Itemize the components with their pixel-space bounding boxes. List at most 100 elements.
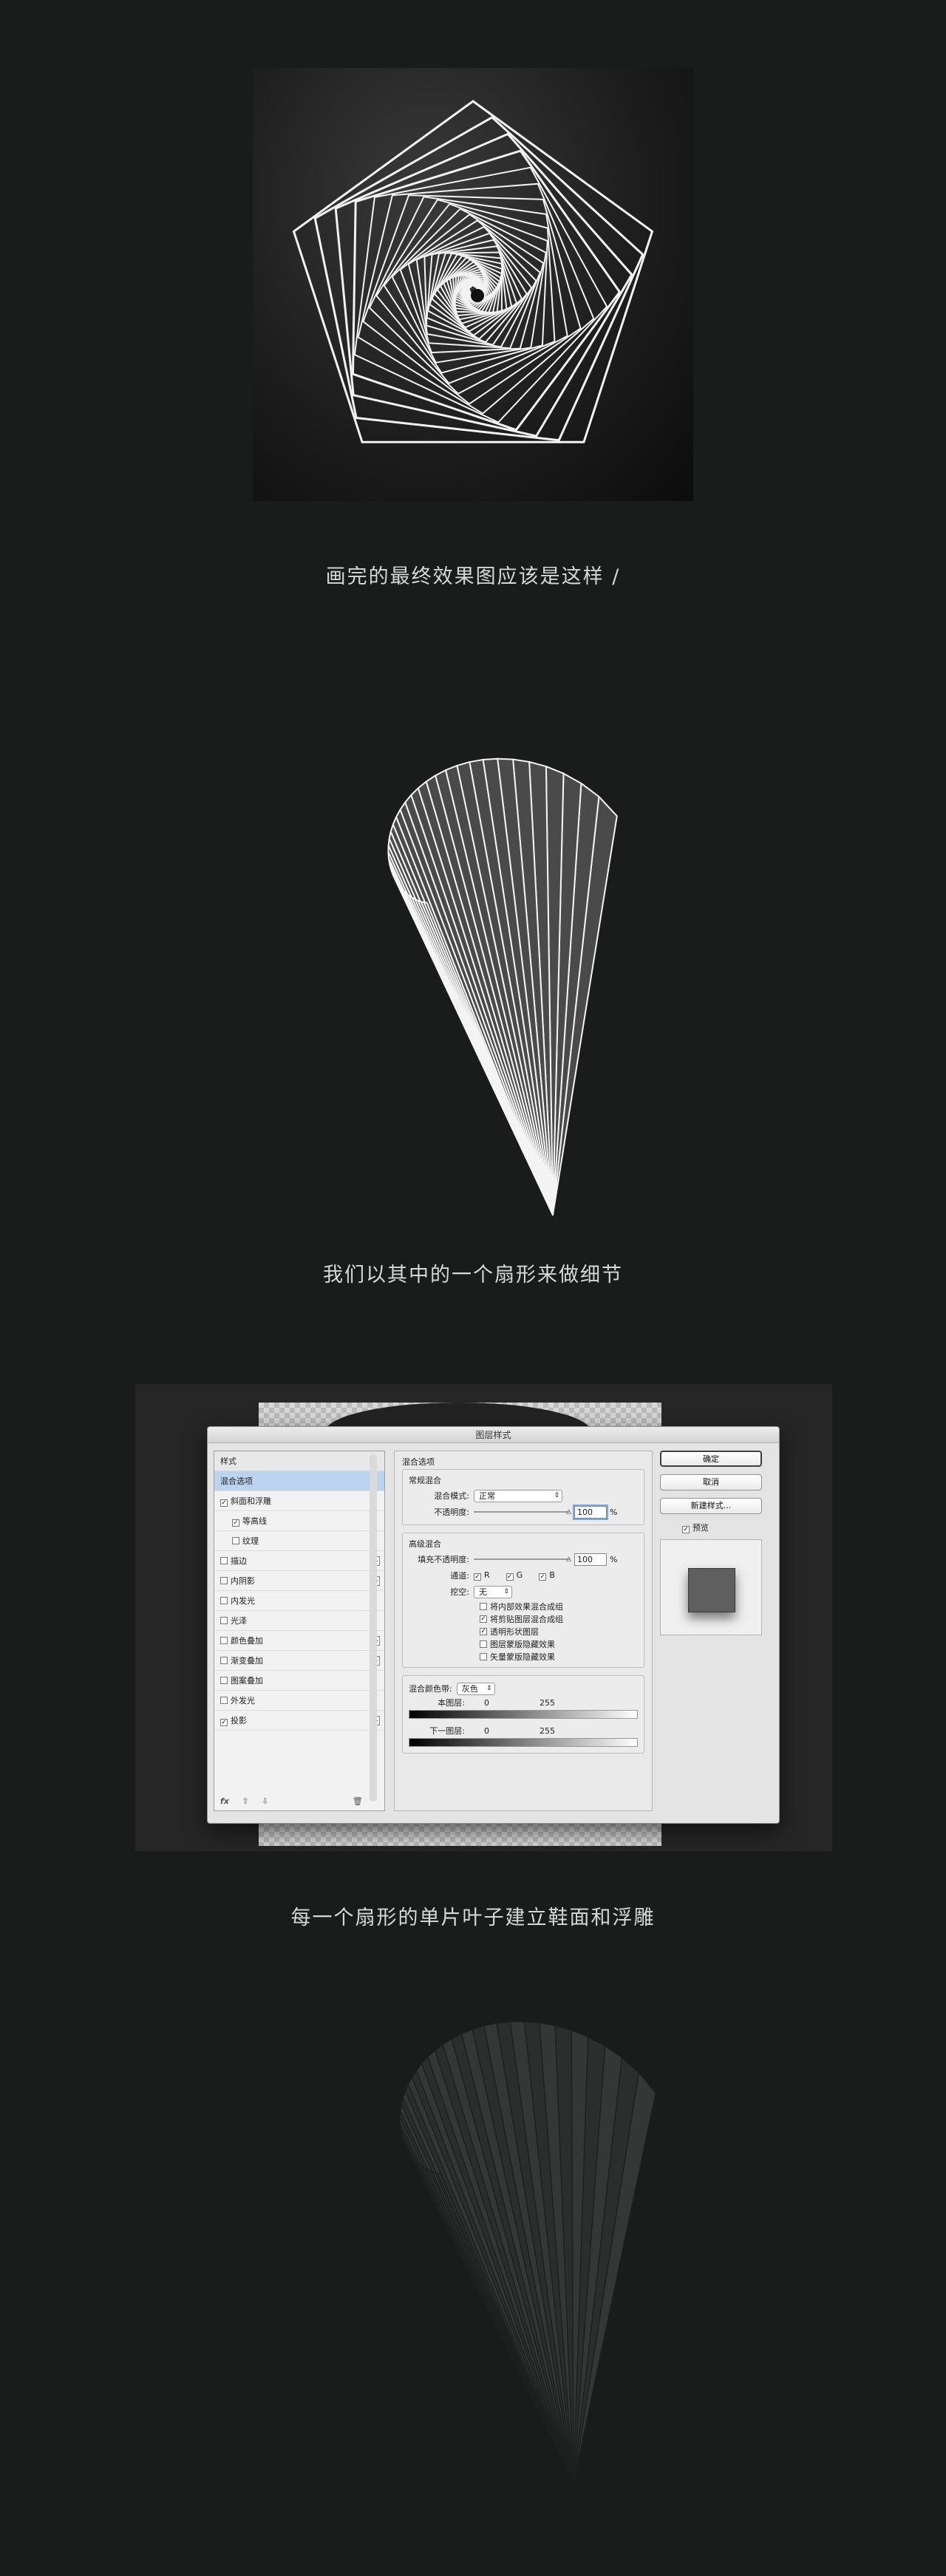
channel-checkbox[interactable]: ✓ <box>506 1573 514 1581</box>
advanced-blending-title: 高级混合 <box>409 1539 441 1549</box>
blend-if-select[interactable]: 灰色 <box>456 1682 495 1695</box>
advanced-option-checkbox[interactable] <box>480 1602 487 1610</box>
fill-opacity-unit: % <box>610 1554 618 1564</box>
styles-header[interactable]: 样式 <box>214 1451 384 1471</box>
style-checkbox[interactable] <box>220 1697 228 1704</box>
knockout-select[interactable]: 无 <box>474 1585 512 1598</box>
advanced-option[interactable]: 将内部效果混合成组 <box>409 1600 638 1612</box>
cancel-button[interactable]: 取消 <box>660 1474 762 1490</box>
style-item[interactable]: 内发光 <box>214 1591 384 1611</box>
fx-toolbar: fx ⇧ ⇩ 🗑 <box>220 1796 363 1806</box>
style-item-label: 斜面和浮雕 <box>231 1496 271 1506</box>
style-item[interactable]: ✓ 斜面和浮雕 <box>214 1491 384 1511</box>
style-item-label: 描边 <box>231 1556 247 1566</box>
layer-style-dialog: 图层样式 样式 混合选项✓斜面和浮雕✓等高线纹理描边+内阴影+内发光光泽颜色叠加… <box>207 1426 780 1824</box>
style-item-label: 颜色叠加 <box>231 1636 263 1646</box>
style-item[interactable]: 渐变叠加+ <box>214 1651 384 1671</box>
opacity-unit: % <box>610 1507 618 1517</box>
under-layer-gradient-slider[interactable] <box>409 1738 638 1747</box>
style-checkbox[interactable] <box>220 1677 228 1684</box>
slider-knob-icon[interactable]: △ <box>566 1508 571 1516</box>
opacity-slider[interactable]: △ <box>474 1508 571 1516</box>
style-item[interactable]: 颜色叠加+ <box>214 1631 384 1651</box>
channel-checkbox[interactable]: ✓ <box>474 1573 481 1581</box>
style-item-label: 光泽 <box>231 1616 247 1626</box>
advanced-blending-group: 高级混合 填充不透明度: △ 100 % 通道: ✓R✓G✓B 挖空: 无 将内… <box>402 1533 644 1668</box>
style-item[interactable]: 图案叠加 <box>214 1671 384 1691</box>
advanced-option[interactable]: ✓ 透明形状图层 <box>409 1625 638 1638</box>
advanced-option-label: 将内部效果混合成组 <box>490 1601 563 1612</box>
style-item[interactable]: 纹理 <box>214 1531 384 1551</box>
style-checkbox[interactable] <box>220 1637 228 1644</box>
advanced-option-checkbox[interactable]: ✓ <box>480 1615 487 1623</box>
style-checkbox[interactable]: ✓ <box>232 1519 239 1527</box>
caption-final-effect: 画完的最终效果图应该是这样 / <box>325 565 621 588</box>
advanced-option[interactable]: ✓ 将剪贴图层混合成组 <box>409 1612 638 1625</box>
style-item[interactable]: 光泽 <box>214 1611 384 1631</box>
under-layer-label: 下一图层: <box>429 1726 465 1736</box>
dialog-actions: 确定 取消 新建样式... ✓ 预览 <box>660 1451 772 1635</box>
advanced-option-label: 矢量蒙版隐藏效果 <box>490 1652 555 1662</box>
preview-label: 预览 <box>693 1523 709 1533</box>
new-style-button[interactable]: 新建样式... <box>660 1498 762 1514</box>
style-item[interactable]: 混合选项 <box>214 1471 384 1491</box>
general-blending-title: 常规混合 <box>409 1476 441 1485</box>
advanced-option-checkbox[interactable]: ✓ <box>480 1627 487 1635</box>
spiral-center <box>471 289 484 302</box>
style-item[interactable]: 内阴影+ <box>214 1571 384 1591</box>
move-down-icon[interactable]: ⇩ <box>262 1796 268 1806</box>
final-effect-image <box>253 68 693 501</box>
trash-icon[interactable]: 🗑 <box>353 1796 363 1806</box>
this-layer-gradient-slider[interactable] <box>409 1710 638 1719</box>
move-up-icon[interactable]: ⇧ <box>242 1796 248 1806</box>
opacity-input[interactable]: 100 <box>574 1505 607 1519</box>
style-checkbox[interactable] <box>220 1597 228 1604</box>
style-item-label: 混合选项 <box>220 1476 253 1486</box>
advanced-option[interactable]: 矢量蒙版隐藏效果 <box>409 1650 638 1663</box>
channel-toggle[interactable]: ✓ G <box>506 1570 523 1581</box>
style-preview <box>660 1539 762 1635</box>
fx-icon[interactable]: fx <box>220 1796 229 1806</box>
channel-label: G <box>516 1570 523 1580</box>
blend-options-title: 混合选项 <box>402 1457 435 1467</box>
style-item[interactable]: 外发光 <box>214 1691 384 1711</box>
style-item-label: 内发光 <box>231 1596 255 1606</box>
slider-knob-icon[interactable]: △ <box>566 1556 571 1563</box>
dialog-title: 图层样式 <box>208 1427 779 1443</box>
embossed-fan-illustration <box>399 2021 656 2484</box>
preview-toggle[interactable]: ✓ 预览 <box>660 1522 772 1533</box>
style-checkbox[interactable]: ✓ <box>220 1719 228 1726</box>
blend-mode-select[interactable]: 正常 <box>474 1489 562 1502</box>
channel-toggle[interactable]: ✓ B <box>539 1570 555 1581</box>
channel-toggle[interactable]: ✓ R <box>474 1570 490 1581</box>
style-checkbox[interactable]: ✓ <box>220 1499 228 1507</box>
advanced-option-checkbox[interactable] <box>480 1652 487 1660</box>
fill-opacity-slider[interactable]: △ <box>474 1556 571 1563</box>
style-item[interactable]: ✓投影+ <box>214 1711 384 1731</box>
style-checkbox[interactable] <box>220 1557 228 1564</box>
advanced-option-label: 将剪贴图层混合成组 <box>490 1614 563 1624</box>
styles-scrollbar[interactable] <box>370 1454 377 1802</box>
fan-outline-illustration <box>387 757 618 1216</box>
style-item[interactable]: 描边+ <box>214 1551 384 1571</box>
caption-detail-fan: 我们以其中的一个扇形来做细节 <box>323 1264 623 1287</box>
this-layer-min: 0 <box>484 1697 489 1708</box>
channel-label: R <box>484 1570 490 1580</box>
style-checkbox[interactable] <box>220 1657 228 1664</box>
style-item-label: 渐变叠加 <box>231 1656 263 1666</box>
blend-options-panel: 混合选项 常规混合 混合模式: 正常 不透明度: △ 100 % 高级混合 填充… <box>394 1451 653 1811</box>
ok-button[interactable]: 确定 <box>660 1451 762 1467</box>
channel-checkbox[interactable]: ✓ <box>539 1573 547 1581</box>
blend-if-group: 混合颜色带: 灰色 本图层: 0 255 下一图层: 0 255 <box>402 1675 644 1754</box>
style-checkbox[interactable] <box>220 1577 228 1584</box>
style-item-label: 图案叠加 <box>231 1676 263 1686</box>
advanced-option-checkbox[interactable] <box>480 1640 487 1648</box>
fill-opacity-input[interactable]: 100 <box>574 1553 607 1566</box>
advanced-option[interactable]: 图层蒙版隐藏效果 <box>409 1638 638 1650</box>
style-checkbox[interactable] <box>232 1537 239 1544</box>
style-checkbox[interactable] <box>220 1617 228 1624</box>
preview-checkbox[interactable]: ✓ <box>682 1526 690 1533</box>
this-layer-max: 255 <box>540 1697 555 1708</box>
style-item[interactable]: ✓ 等高线 <box>214 1511 384 1531</box>
this-layer-label: 本图层: <box>438 1698 465 1708</box>
